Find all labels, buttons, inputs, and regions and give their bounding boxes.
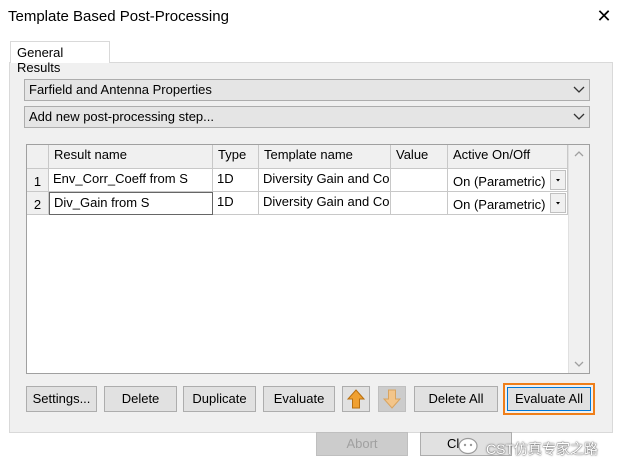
scroll-up-icon[interactable]	[574, 150, 584, 158]
table-cell-result-name[interactable]: Div_Gain from S	[49, 192, 213, 215]
table-cell-template[interactable]: Diversity Gain and Corre	[259, 169, 391, 192]
add-step-dropdown[interactable]: Add new post-processing step...	[24, 106, 590, 128]
settings-button[interactable]: Settings...	[26, 386, 97, 412]
arrow-down-icon	[382, 389, 402, 409]
duplicate-button[interactable]: Duplicate	[183, 386, 256, 412]
table-cell-type[interactable]: 1D	[213, 169, 259, 192]
abort-button[interactable]: Abort	[316, 432, 408, 456]
table-cell-type[interactable]: 1D	[213, 192, 259, 215]
evaluate-all-button[interactable]: Evaluate All	[507, 387, 591, 411]
column-header-result-name[interactable]: Result name	[49, 145, 213, 169]
row-number[interactable]: 1	[27, 169, 49, 192]
table-cell-value[interactable]	[391, 169, 448, 192]
tab-general-results[interactable]: General Results	[10, 41, 110, 75]
watermark-text: CST仿真专家之路	[486, 441, 598, 457]
table-cell-template[interactable]: Diversity Gain and Corre	[259, 192, 391, 215]
vertical-scrollbar[interactable]	[568, 145, 589, 373]
dropdown-button[interactable]	[550, 170, 566, 190]
table-corner	[27, 145, 49, 169]
column-header-template-name[interactable]: Template name	[259, 145, 391, 169]
row-number[interactable]: 2	[27, 192, 49, 215]
category-dropdown-value: Farfield and Antenna Properties	[29, 82, 212, 97]
delete-all-button[interactable]: Delete All	[414, 386, 498, 412]
window-title: Template Based Post-Processing	[8, 8, 229, 25]
watermark: CST仿真专家之路	[458, 436, 608, 460]
chevron-down-icon	[573, 113, 585, 120]
move-down-button[interactable]	[378, 386, 406, 412]
active-dropdown-value: On (Parametric)	[453, 174, 546, 189]
caret-down-icon	[556, 202, 560, 205]
wechat-icon	[458, 437, 478, 455]
column-header-active[interactable]: Active On/Off	[448, 145, 568, 169]
scroll-down-icon[interactable]	[574, 360, 584, 368]
column-header-type[interactable]: Type	[213, 145, 259, 169]
close-icon[interactable]: ✕	[592, 4, 616, 28]
active-dropdown[interactable]: On (Parametric)	[448, 192, 568, 215]
chevron-down-icon	[573, 86, 585, 93]
table-cell-result-name[interactable]: Env_Corr_Coeff from S	[49, 169, 213, 192]
active-dropdown-value: On (Parametric)	[453, 197, 546, 212]
caret-down-icon	[556, 179, 560, 182]
add-step-dropdown-value: Add new post-processing step...	[29, 109, 214, 124]
move-up-button[interactable]	[342, 386, 370, 412]
active-dropdown[interactable]: On (Parametric)	[448, 169, 568, 192]
delete-button[interactable]: Delete	[104, 386, 177, 412]
column-header-value[interactable]: Value	[391, 145, 448, 169]
dropdown-button[interactable]	[550, 193, 566, 213]
category-dropdown[interactable]: Farfield and Antenna Properties	[24, 79, 590, 101]
table-cell-value[interactable]	[391, 192, 448, 215]
evaluate-button[interactable]: Evaluate	[263, 386, 335, 412]
arrow-up-icon	[346, 389, 366, 409]
